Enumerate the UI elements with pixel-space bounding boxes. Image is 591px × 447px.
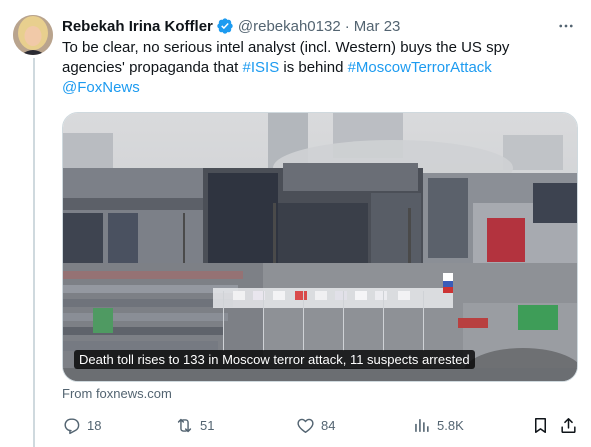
reply-icon <box>64 417 80 434</box>
author-handle[interactable]: @rebekah0132 <box>238 18 341 35</box>
thread-connector-line <box>33 58 35 447</box>
repost-button[interactable]: 51 <box>175 412 214 438</box>
more-options-icon[interactable] <box>555 15 577 37</box>
action-bar: 18 51 84 5.8K <box>62 412 578 438</box>
view-count: 5.8K <box>437 417 464 433</box>
hashtag-isis[interactable]: #ISIS <box>243 59 280 76</box>
header-separator: · <box>344 17 350 35</box>
tweet-text: To be clear, no serious intel analyst (i… <box>62 38 572 98</box>
repost-icon <box>177 418 192 432</box>
news-photo <box>63 113 577 381</box>
bookmark-button[interactable] <box>530 415 550 435</box>
like-count: 84 <box>321 417 336 433</box>
link-source[interactable]: From foxnews.com <box>62 386 172 401</box>
reply-count: 18 <box>87 417 102 433</box>
heart-icon <box>297 418 314 433</box>
verified-badge-icon[interactable] <box>216 17 234 35</box>
reply-button[interactable]: 18 <box>62 412 101 438</box>
like-button[interactable]: 84 <box>296 412 335 438</box>
share-button[interactable] <box>558 415 578 435</box>
repost-count: 51 <box>200 417 215 433</box>
author-display-name[interactable]: Rebekah Irina Koffler <box>62 18 213 35</box>
views-button[interactable]: 5.8K <box>412 412 464 438</box>
views-chart-icon <box>415 418 429 432</box>
bookmark-icon <box>534 417 546 433</box>
link-card-image[interactable]: Death toll rises to 133 in Moscow terror… <box>62 112 578 382</box>
share-icon <box>560 417 576 433</box>
avatar[interactable] <box>13 15 53 55</box>
mention-foxnews[interactable]: @FoxNews <box>62 79 140 96</box>
media-caption: Death toll rises to 133 in Moscow terror… <box>74 350 475 369</box>
tweet-date[interactable]: Mar 23 <box>354 18 401 35</box>
hashtag-moscow-terror-attack[interactable]: #MoscowTerrorAttack <box>348 59 492 76</box>
tweet-text-part2: is behind <box>279 59 348 76</box>
tweet-header: Rebekah Irina Koffler @rebekah0132 · Mar… <box>62 15 577 37</box>
